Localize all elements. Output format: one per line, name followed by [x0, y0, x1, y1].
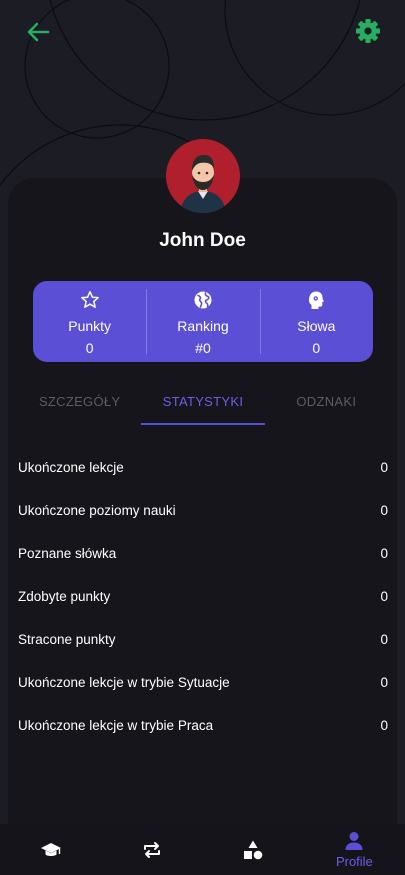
nav-categories[interactable] [203, 824, 304, 875]
nav-label: Profile [335, 854, 373, 869]
tab-badges[interactable]: ODZNAKI [265, 385, 388, 425]
gear-icon [356, 19, 380, 43]
stat-label: Słowa [297, 318, 336, 334]
stat-ranking: Ranking #0 [146, 281, 259, 362]
arrow-left-icon [27, 22, 50, 42]
list-item: Ukończone lekcje 0 [18, 446, 388, 489]
statistic-value: 0 [380, 460, 388, 475]
bearded-man-avatar [180, 155, 226, 213]
statistic-value: 0 [380, 589, 388, 604]
stats-summary: Punkty 0 Ranking #0 Słowa 0 [33, 281, 373, 362]
shapes-icon [244, 840, 263, 859]
back-button[interactable] [24, 18, 52, 46]
settings-button[interactable] [353, 16, 383, 46]
stat-label: Punkty [68, 318, 112, 334]
statistic-label: Ukończone lekcje [18, 460, 124, 475]
tab-details[interactable]: SZCZEGÓŁY [18, 385, 141, 425]
statistic-value: 0 [380, 546, 388, 561]
stat-points: Punkty 0 [33, 281, 146, 362]
brain-head-icon [309, 291, 325, 309]
repeat-icon [143, 841, 160, 858]
statistic-label: Ukończone poziomy nauki [18, 503, 176, 518]
stat-label: Ranking [177, 318, 229, 334]
tab-statistics[interactable]: STATYSTYKI [141, 385, 265, 425]
stat-value: #0 [195, 340, 211, 356]
top-bar [0, 0, 405, 64]
nav-repeat[interactable] [101, 824, 202, 875]
statistic-label: Poznane słówka [18, 546, 117, 561]
statistic-value: 0 [380, 718, 388, 733]
nav-profile[interactable]: Profile [304, 824, 405, 875]
list-item: Ukończone lekcje w trybie Praca 0 [18, 704, 388, 747]
list-item: Stracone punkty 0 [18, 618, 388, 661]
statistic-value: 0 [380, 503, 388, 518]
globe-icon [194, 291, 212, 309]
star-icon [80, 291, 99, 308]
stat-value: 0 [312, 340, 321, 356]
statistics-list: Ukończone lekcje 0 Ukończone poziomy nau… [18, 446, 388, 747]
list-item: Poznane słówka 0 [18, 532, 388, 575]
statistic-label: Stracone punkty [18, 632, 116, 647]
list-item: Zdobyte punkty 0 [18, 575, 388, 618]
tab-bar: SZCZEGÓŁY STATYSTYKI ODZNAKI [18, 385, 388, 425]
list-item: Ukończone lekcje w trybie Sytuacje 0 [18, 661, 388, 704]
list-item: Ukończone poziomy nauki 0 [18, 489, 388, 532]
user-name: John Doe [159, 230, 246, 251]
stat-value: 0 [85, 340, 94, 356]
avatar [166, 139, 240, 213]
bottom-navigation: Profile [0, 824, 405, 875]
statistic-value: 0 [380, 675, 388, 690]
statistic-label: Ukończone lekcje w trybie Sytuacje [18, 675, 230, 690]
graduation-cap-icon [40, 842, 61, 856]
person-icon [345, 832, 363, 850]
statistic-label: Ukończone lekcje w trybie Praca [18, 718, 214, 733]
statistic-value: 0 [380, 632, 388, 647]
statistic-label: Zdobyte punkty [18, 589, 111, 604]
stat-words: Słowa 0 [259, 281, 373, 362]
nav-learn[interactable] [0, 824, 101, 875]
